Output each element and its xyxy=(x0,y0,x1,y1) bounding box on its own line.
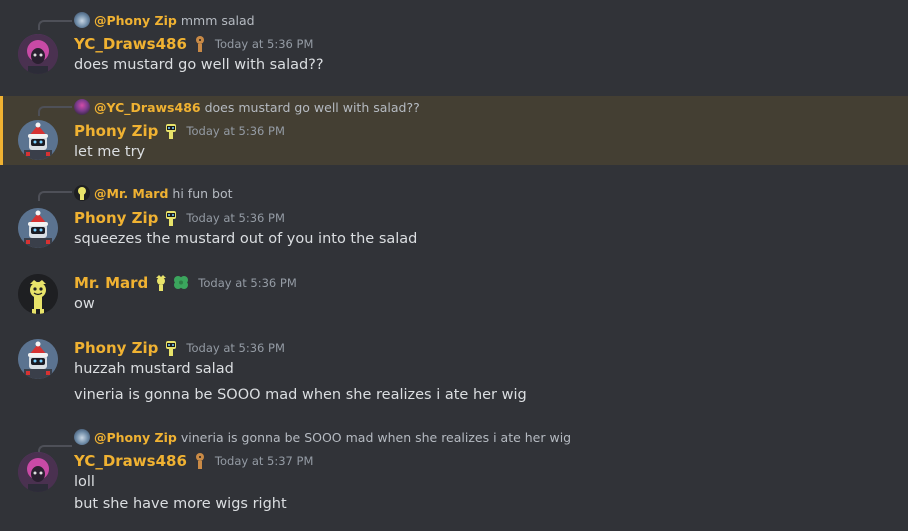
author-name[interactable]: YC_Draws486 xyxy=(74,35,187,53)
timestamp[interactable]: Today at 5:36 PM xyxy=(198,276,296,290)
message-text: but she have more wigs right xyxy=(74,496,287,512)
reply-avatar xyxy=(74,185,90,201)
message-header: Phony Zip Today at 5:36 PM xyxy=(74,337,285,359)
reply-mention[interactable]: @YC_Draws486 xyxy=(94,100,201,115)
timestamp[interactable]: Today at 5:36 PM xyxy=(186,211,284,225)
reply-text: does mustard go well with salad?? xyxy=(204,99,420,115)
avatar-image xyxy=(18,208,58,248)
author-name[interactable]: Phony Zip xyxy=(74,209,158,227)
message: Mr. Mard Today at 5:36 PM ow xyxy=(0,266,908,324)
reply-mention[interactable]: @Phony Zip xyxy=(94,430,177,445)
reply-mention[interactable]: @Mr. Mard xyxy=(94,186,168,201)
author-name[interactable]: Phony Zip xyxy=(74,339,158,357)
message-header: Phony Zip Today at 5:36 PM xyxy=(74,207,285,229)
reply-preview[interactable]: @YC_Draws486 does mustard go well with s… xyxy=(74,98,420,116)
author-name[interactable]: Phony Zip xyxy=(74,122,158,140)
message-text: vineria is gonna be SOOO mad when she re… xyxy=(74,387,527,403)
message-text: does mustard go well with salad?? xyxy=(74,57,324,73)
message-text: ow xyxy=(74,296,95,312)
avatar[interactable] xyxy=(18,339,58,379)
message-highlighted: @YC_Draws486 does mustard go well with s… xyxy=(0,96,908,165)
message: @Phony Zip mmm salad YC_Draws486 Today a… xyxy=(0,0,908,86)
timestamp[interactable]: Today at 5:37 PM xyxy=(215,454,313,468)
message: @Mr. Mard hi fun bot Phony Zip Today at … xyxy=(0,176,908,256)
message-text: let me try xyxy=(74,144,146,160)
reply-mention[interactable]: @Phony Zip xyxy=(94,13,177,28)
reply-text: hi fun bot xyxy=(172,185,233,201)
reply-avatar xyxy=(74,429,90,445)
author-name[interactable]: YC_Draws486 xyxy=(74,452,187,470)
timestamp[interactable]: Today at 5:36 PM xyxy=(186,124,284,138)
message: @Phony Zip vineria is gonna be SOOO mad … xyxy=(0,421,908,531)
avatar[interactable] xyxy=(18,120,58,160)
bot-role-icon xyxy=(164,339,178,357)
timestamp[interactable]: Today at 5:36 PM xyxy=(215,37,313,51)
message-text: squeezes the mustard out of you into the… xyxy=(74,231,418,247)
message: Phony Zip Today at 5:36 PM huzzah mustar… xyxy=(0,331,908,413)
message-header: YC_Draws486 Today at 5:37 PM xyxy=(74,450,313,472)
avatar[interactable] xyxy=(18,34,58,74)
reply-text: mmm salad xyxy=(180,12,255,28)
clover-icon xyxy=(172,274,190,292)
reply-preview[interactable]: @Phony Zip vineria is gonna be SOOO mad … xyxy=(74,428,571,446)
avatar[interactable] xyxy=(18,452,58,492)
role-icon xyxy=(193,35,207,53)
message-text: loll xyxy=(74,474,95,490)
timestamp[interactable]: Today at 5:36 PM xyxy=(186,341,284,355)
avatar-image xyxy=(18,34,58,74)
chat-message-list: @Phony Zip mmm salad YC_Draws486 Today a… xyxy=(0,0,908,531)
bot-role-icon xyxy=(164,122,178,140)
bot-role-icon xyxy=(164,209,178,227)
message-header: YC_Draws486 Today at 5:36 PM xyxy=(74,33,313,55)
reply-avatar xyxy=(74,99,90,115)
reply-preview[interactable]: @Phony Zip mmm salad xyxy=(74,11,255,29)
avatar-image xyxy=(18,452,58,492)
avatar[interactable] xyxy=(18,274,58,314)
reply-avatar xyxy=(74,12,90,28)
role-icon xyxy=(193,452,207,470)
reply-preview[interactable]: @Mr. Mard hi fun bot xyxy=(74,184,233,202)
role-icon xyxy=(154,274,168,292)
avatar[interactable] xyxy=(18,208,58,248)
message-text: huzzah mustard salad xyxy=(74,361,234,377)
avatar-image xyxy=(18,274,58,314)
author-name[interactable]: Mr. Mard xyxy=(74,274,148,292)
message-header: Mr. Mard Today at 5:36 PM xyxy=(74,272,297,294)
reply-text: vineria is gonna be SOOO mad when she re… xyxy=(180,429,572,445)
avatar-image xyxy=(18,120,58,160)
message-header: Phony Zip Today at 5:36 PM xyxy=(74,120,285,142)
avatar-image xyxy=(18,339,58,379)
